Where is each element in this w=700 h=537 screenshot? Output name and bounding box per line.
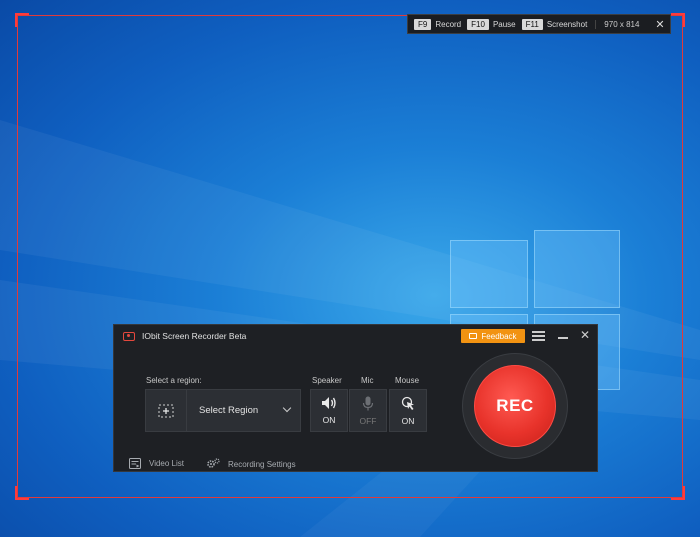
- gears-icon: [207, 458, 220, 468]
- hotkey-record-label: Record: [435, 19, 462, 29]
- mouse-toggle[interactable]: ON: [389, 389, 427, 432]
- crosshair-icon: [158, 404, 174, 417]
- region-dimensions: 970 x 814: [595, 19, 639, 29]
- video-list-label: Video List: [149, 459, 184, 468]
- speaker-state: ON: [322, 415, 336, 425]
- hotkey-pause-key: F10: [467, 18, 489, 30]
- mic-label: Mic: [361, 376, 374, 385]
- region-label: Select a region:: [146, 376, 202, 385]
- minimize-icon[interactable]: [558, 337, 568, 339]
- hotkey-screenshot-label: Screenshot: [546, 19, 588, 29]
- region-dropdown-value: Select Region: [199, 405, 259, 416]
- hotkey-record-key: F9: [414, 18, 432, 30]
- mic-toggle[interactable]: OFF: [349, 389, 387, 432]
- hotkey-pause-label: Pause: [492, 19, 516, 29]
- hotkey-bar: F9 Record F10 Pause F11 Screenshot 970 x…: [407, 14, 671, 34]
- mouse-state: ON: [401, 415, 415, 426]
- video-list-button[interactable]: Video List: [129, 458, 184, 469]
- rec-button[interactable]: REC: [474, 365, 556, 447]
- chevron-down-icon: [282, 403, 292, 413]
- region-selector: Select Region: [145, 389, 301, 432]
- mouse-click-icon: [401, 396, 414, 410]
- frame-corner-handle-top-right[interactable]: [671, 13, 685, 27]
- mic-state: OFF: [359, 415, 377, 426]
- feedback-label: Feedback: [481, 331, 517, 341]
- recording-settings-button[interactable]: Recording Settings: [206, 458, 296, 470]
- frame-corner-handle-bottom-right[interactable]: [671, 486, 685, 500]
- close-icon[interactable]: ✕: [650, 18, 670, 31]
- chat-icon: [469, 333, 478, 339]
- title-bar[interactable]: IObit Screen Recorder Beta Feedback ✕: [114, 325, 597, 347]
- region-dropdown[interactable]: Select Region: [187, 389, 301, 432]
- speaker-toggle[interactable]: ON: [310, 389, 348, 432]
- hotkey-screenshot-key: F11: [521, 18, 543, 30]
- mouse-label: Mouse: [395, 376, 420, 385]
- frame-corner-handle-top-left[interactable]: [15, 13, 29, 27]
- frame-corner-handle-bottom-left[interactable]: [15, 486, 29, 500]
- speaker-icon: [322, 397, 336, 409]
- region-crosshair-button[interactable]: [145, 389, 187, 432]
- speaker-label: Speaker: [312, 376, 342, 385]
- feedback-button[interactable]: Feedback: [461, 329, 525, 343]
- app-title: IObit Screen Recorder Beta: [142, 331, 247, 341]
- recorder-logo-icon: [123, 332, 135, 341]
- video-list-icon: [129, 458, 141, 469]
- recording-settings-label: Recording Settings: [228, 459, 296, 469]
- microphone-icon: [362, 396, 374, 410]
- hamburger-icon[interactable]: [532, 331, 545, 341]
- close-icon[interactable]: ✕: [580, 328, 590, 342]
